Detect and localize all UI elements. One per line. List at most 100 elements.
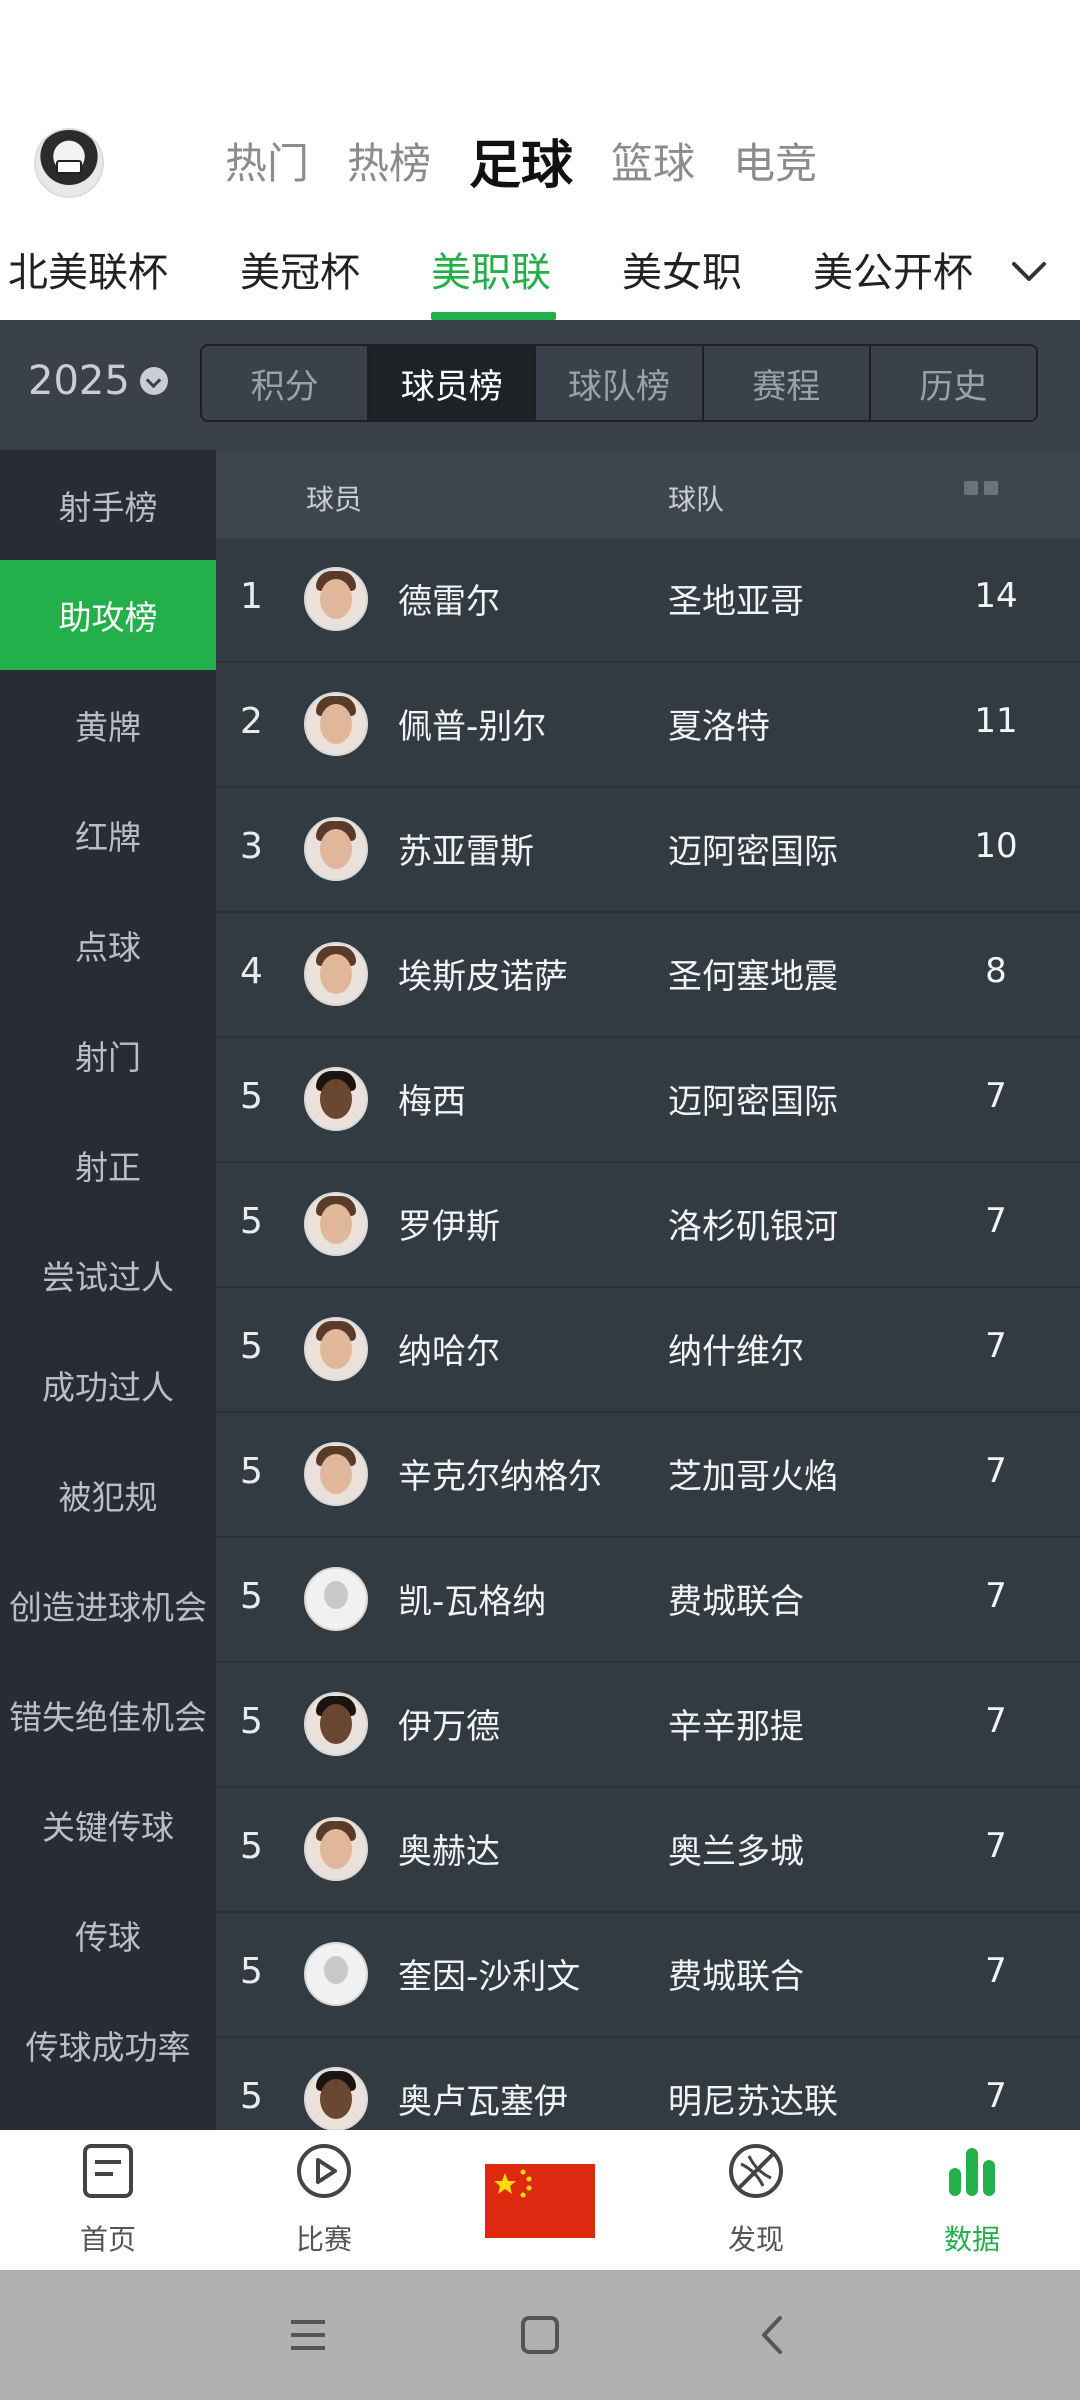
sidebar-item-shots[interactable]: 射门 xyxy=(0,1000,216,1110)
sidebar-item-penalties[interactable]: 点球 xyxy=(0,890,216,1000)
nav-data[interactable]: 数据 xyxy=(902,2142,1042,2258)
table-row[interactable]: 5 伊万德 辛辛那提 7 xyxy=(216,1663,1080,1788)
team-name: 纳什维尔 xyxy=(668,1332,804,1372)
player-name: 凯-瓦格纳 xyxy=(398,1582,547,1622)
table-row[interactable]: 5 奎因-沙利文 费城联合 7 xyxy=(216,1913,1080,2038)
rank: 3 xyxy=(240,826,263,867)
sidebar-item-red-cards[interactable]: 红牌 xyxy=(0,780,216,890)
sidebar-item-big-chances-missed[interactable]: 错失绝佳机会 xyxy=(0,1660,216,1770)
league-tab-nwsl[interactable]: 美女职 xyxy=(622,240,742,298)
column-header-team: 球队 xyxy=(668,483,725,516)
sidebar-item-fouled[interactable]: 被犯规 xyxy=(0,1440,216,1550)
sidebar-item-dribbles-succeeded[interactable]: 成功过人 xyxy=(0,1330,216,1440)
table-row[interactable]: 5 纳哈尔 纳什维尔 7 xyxy=(216,1288,1080,1413)
tab-schedule[interactable]: 赛程 xyxy=(704,346,871,420)
rank: 5 xyxy=(240,1326,263,1367)
season-selector[interactable]: 2025 xyxy=(28,358,168,404)
table-row[interactable]: 1 德雷尔 圣地亚哥 14 xyxy=(216,538,1080,663)
chevron-down-icon[interactable] xyxy=(1006,248,1052,294)
assist-count: 7 xyxy=(985,1451,1007,1491)
team-name: 明尼苏达联 xyxy=(668,2082,838,2122)
menu-icon[interactable] xyxy=(283,2310,333,2360)
sidebar-item-passes[interactable]: 传球 xyxy=(0,1880,216,1990)
assist-count: 8 xyxy=(985,951,1007,991)
tab-player-rankings[interactable]: 球员榜 xyxy=(369,346,537,420)
status-bar xyxy=(0,0,1080,110)
sidebar-item-dribbles-attempted[interactable]: 尝试过人 xyxy=(0,1220,216,1330)
tab-football[interactable]: 足球 xyxy=(469,123,573,198)
sidebar-item-chances-created[interactable]: 创造进球机会 xyxy=(0,1550,216,1660)
nav-data-label: 数据 xyxy=(943,2223,1000,2256)
sidebar-item-pass-accuracy[interactable]: 传球成功率 xyxy=(0,1990,216,2100)
table-body: 1 德雷尔 圣地亚哥 14 2 佩普-别尔 夏洛特 11 3 苏亚雷斯 迈阿密国际 10 4 埃斯皮诺萨圣… xyxy=(216,538,1080,2130)
league-tabs: 北美联杯 美冠杯 美职联 美女职 美公开杯 xyxy=(0,220,1080,320)
table-row[interactable]: 5 奥卢瓦塞伊 明尼苏达联 7 xyxy=(216,2038,1080,2130)
table-header: 球员 球队 xyxy=(216,450,1080,538)
sidebar-item-assists[interactable]: 助攻榜 xyxy=(0,560,216,670)
player-avatar xyxy=(304,1192,368,1256)
league-tab-open-cup[interactable]: 美公开杯 xyxy=(813,240,973,298)
assist-count: 7 xyxy=(985,1951,1007,1991)
league-tab-leagues-cup[interactable]: 北美联杯 xyxy=(8,240,168,298)
table-row[interactable]: 2 佩普-别尔 夏洛特 11 xyxy=(216,663,1080,788)
table-row[interactable]: 5 奥赫达 奥兰多城 7 xyxy=(216,1788,1080,1913)
sidebar-item-yellow-cards[interactable]: 黄牌 xyxy=(0,670,216,780)
tab-esports[interactable]: 电竞 xyxy=(733,130,817,191)
player-avatar xyxy=(304,1817,368,1881)
table-row[interactable]: 4 埃斯皮诺萨 圣何塞地震 8 xyxy=(216,913,1080,1038)
player-avatar xyxy=(304,1692,368,1756)
tab-hot-list[interactable]: 热榜 xyxy=(347,130,431,191)
rank: 5 xyxy=(240,1701,263,1742)
team-name: 辛辛那提 xyxy=(668,1707,804,1747)
sidebar-item-key-passes[interactable]: 关键传球 xyxy=(0,1770,216,1880)
nav-home[interactable]: 首页 xyxy=(38,2142,178,2258)
league-tab-us-league[interactable]: 美冠杯 xyxy=(240,240,360,298)
player-name: 埃斯皮诺萨 xyxy=(398,957,568,997)
rank: 5 xyxy=(240,1201,263,1242)
chevron-down-circle-icon xyxy=(139,367,168,395)
sidebar-item-top-scorers[interactable]: 射手榜 xyxy=(0,450,216,560)
team-name: 迈阿密国际 xyxy=(668,832,838,872)
table-row[interactable]: 3 苏亚雷斯 迈阿密国际 10 xyxy=(216,788,1080,913)
player-avatar xyxy=(304,942,368,1006)
player-avatar xyxy=(304,692,368,756)
rank: 5 xyxy=(240,1451,263,1492)
player-avatar xyxy=(304,1567,368,1631)
tab-standings[interactable]: 积分 xyxy=(202,346,370,420)
league-tab-mls[interactable]: 美职联 xyxy=(431,240,551,298)
sport-tabs: 热门 热榜 足球 篮球 电竞 xyxy=(225,120,855,200)
rank: 4 xyxy=(240,951,263,992)
assist-ranking-table: 球员 球队 1 德雷尔 圣地亚哥 14 2 佩普-别尔 夏洛特 11 3 苏亚雷斯 迈阿密国际 10 4… xyxy=(216,450,1080,2130)
table-row[interactable]: 5 梅西 迈阿密国际 7 xyxy=(216,1038,1080,1163)
player-avatar xyxy=(304,1067,368,1131)
user-avatar[interactable] xyxy=(34,128,104,198)
player-name: 奥赫达 xyxy=(398,1832,500,1872)
player-avatar xyxy=(304,567,368,631)
home-doc-icon xyxy=(83,2144,133,2198)
table-row[interactable]: 5 辛克尔纳格尔 芝加哥火焰 7 xyxy=(216,1413,1080,1538)
china-flag-icon[interactable] xyxy=(485,2164,595,2238)
column-header-value-icon xyxy=(964,480,1024,506)
tab-history[interactable]: 历史 xyxy=(871,346,1036,420)
nav-discover[interactable]: 发现 xyxy=(686,2142,826,2258)
sidebar-item-shots-on-target[interactable]: 射正 xyxy=(0,1110,216,1220)
stats-panel: 2025 积分 球员榜 球队榜 赛程 历史 射手榜 助攻榜 黄牌 红牌 点球 射… xyxy=(0,320,1080,2130)
table-row[interactable]: 5 罗伊斯 洛杉矶银河 7 xyxy=(216,1163,1080,1288)
season-label: 2025 xyxy=(28,358,130,404)
tab-basketball[interactable]: 篮球 xyxy=(611,130,695,191)
home-square-icon[interactable] xyxy=(515,2310,565,2360)
player-name: 辛克尔纳格尔 xyxy=(398,1457,602,1497)
table-row[interactable]: 5 凯-瓦格纳 费城联合 7 xyxy=(216,1538,1080,1663)
assist-count: 10 xyxy=(974,826,1018,866)
nav-discover-label: 发现 xyxy=(727,2223,784,2256)
assist-count: 7 xyxy=(985,1326,1007,1366)
nav-matches[interactable]: 比赛 xyxy=(254,2142,394,2258)
tab-hot[interactable]: 热门 xyxy=(225,130,309,191)
play-icon xyxy=(297,2144,351,2198)
tab-team-rankings[interactable]: 球队榜 xyxy=(536,346,704,420)
player-avatar xyxy=(304,1317,368,1381)
avatar-mask-icon xyxy=(56,160,82,174)
back-icon[interactable] xyxy=(748,2310,798,2360)
player-avatar xyxy=(304,2067,368,2130)
team-name: 洛杉矶银河 xyxy=(668,1207,838,1247)
